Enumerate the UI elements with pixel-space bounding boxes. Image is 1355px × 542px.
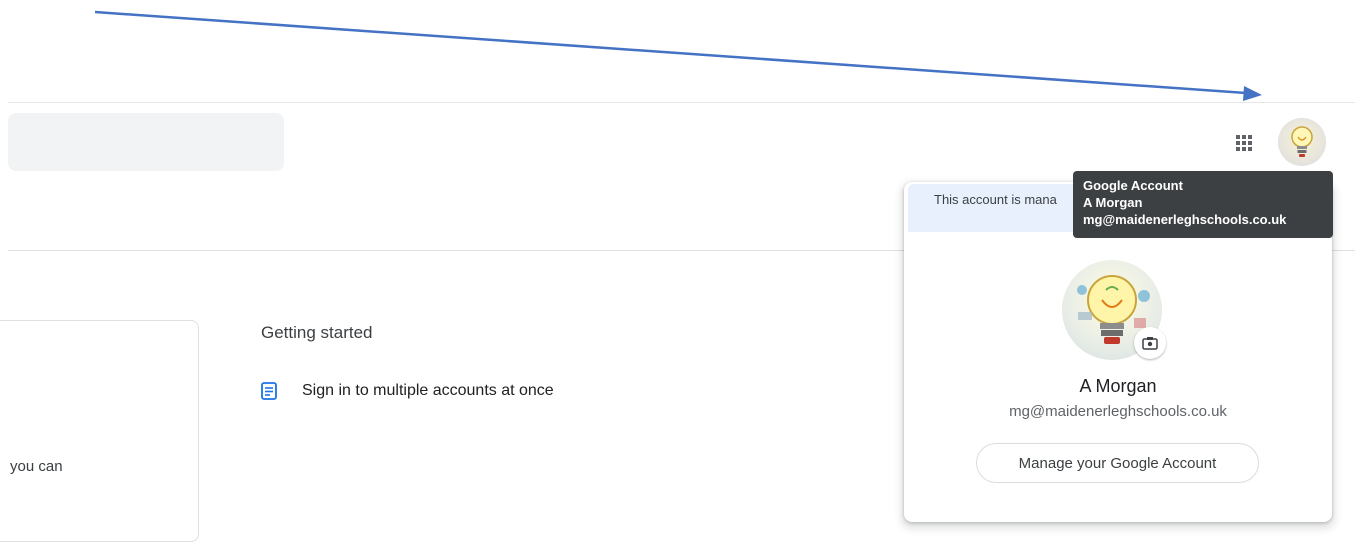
tooltip-email: mg@maidenerleghschools.co.uk [1083, 212, 1287, 227]
getting-started-item[interactable]: Sign in to multiple accounts at once [302, 382, 554, 400]
camera-icon [1142, 337, 1158, 350]
getting-started-title: Getting started [261, 323, 373, 342]
tooltip-title: Google Account [1083, 178, 1183, 193]
account-name: A Morgan [1079, 376, 1157, 396]
lightbulb-icon [1291, 126, 1313, 157]
search-bar[interactable] [8, 113, 284, 171]
change-photo-button[interactable] [1134, 327, 1166, 359]
managed-account-text: This account is mana [934, 192, 1057, 207]
account-tooltip: Google Account A Morgan mg@maidenerleghs… [1073, 171, 1333, 238]
grid-icon [1236, 135, 1252, 151]
content-card [0, 320, 199, 542]
document-icon [261, 382, 277, 400]
card-text-snippet: you can [10, 458, 63, 475]
manage-account-button[interactable]: Manage your Google Account [976, 443, 1259, 483]
account-avatar-button[interactable] [1278, 118, 1326, 166]
top-border [8, 102, 1355, 103]
account-email: mg@maidenerleghschools.co.uk [1009, 403, 1227, 420]
apps-button[interactable] [1226, 125, 1262, 161]
tooltip-name: A Morgan [1083, 195, 1143, 210]
